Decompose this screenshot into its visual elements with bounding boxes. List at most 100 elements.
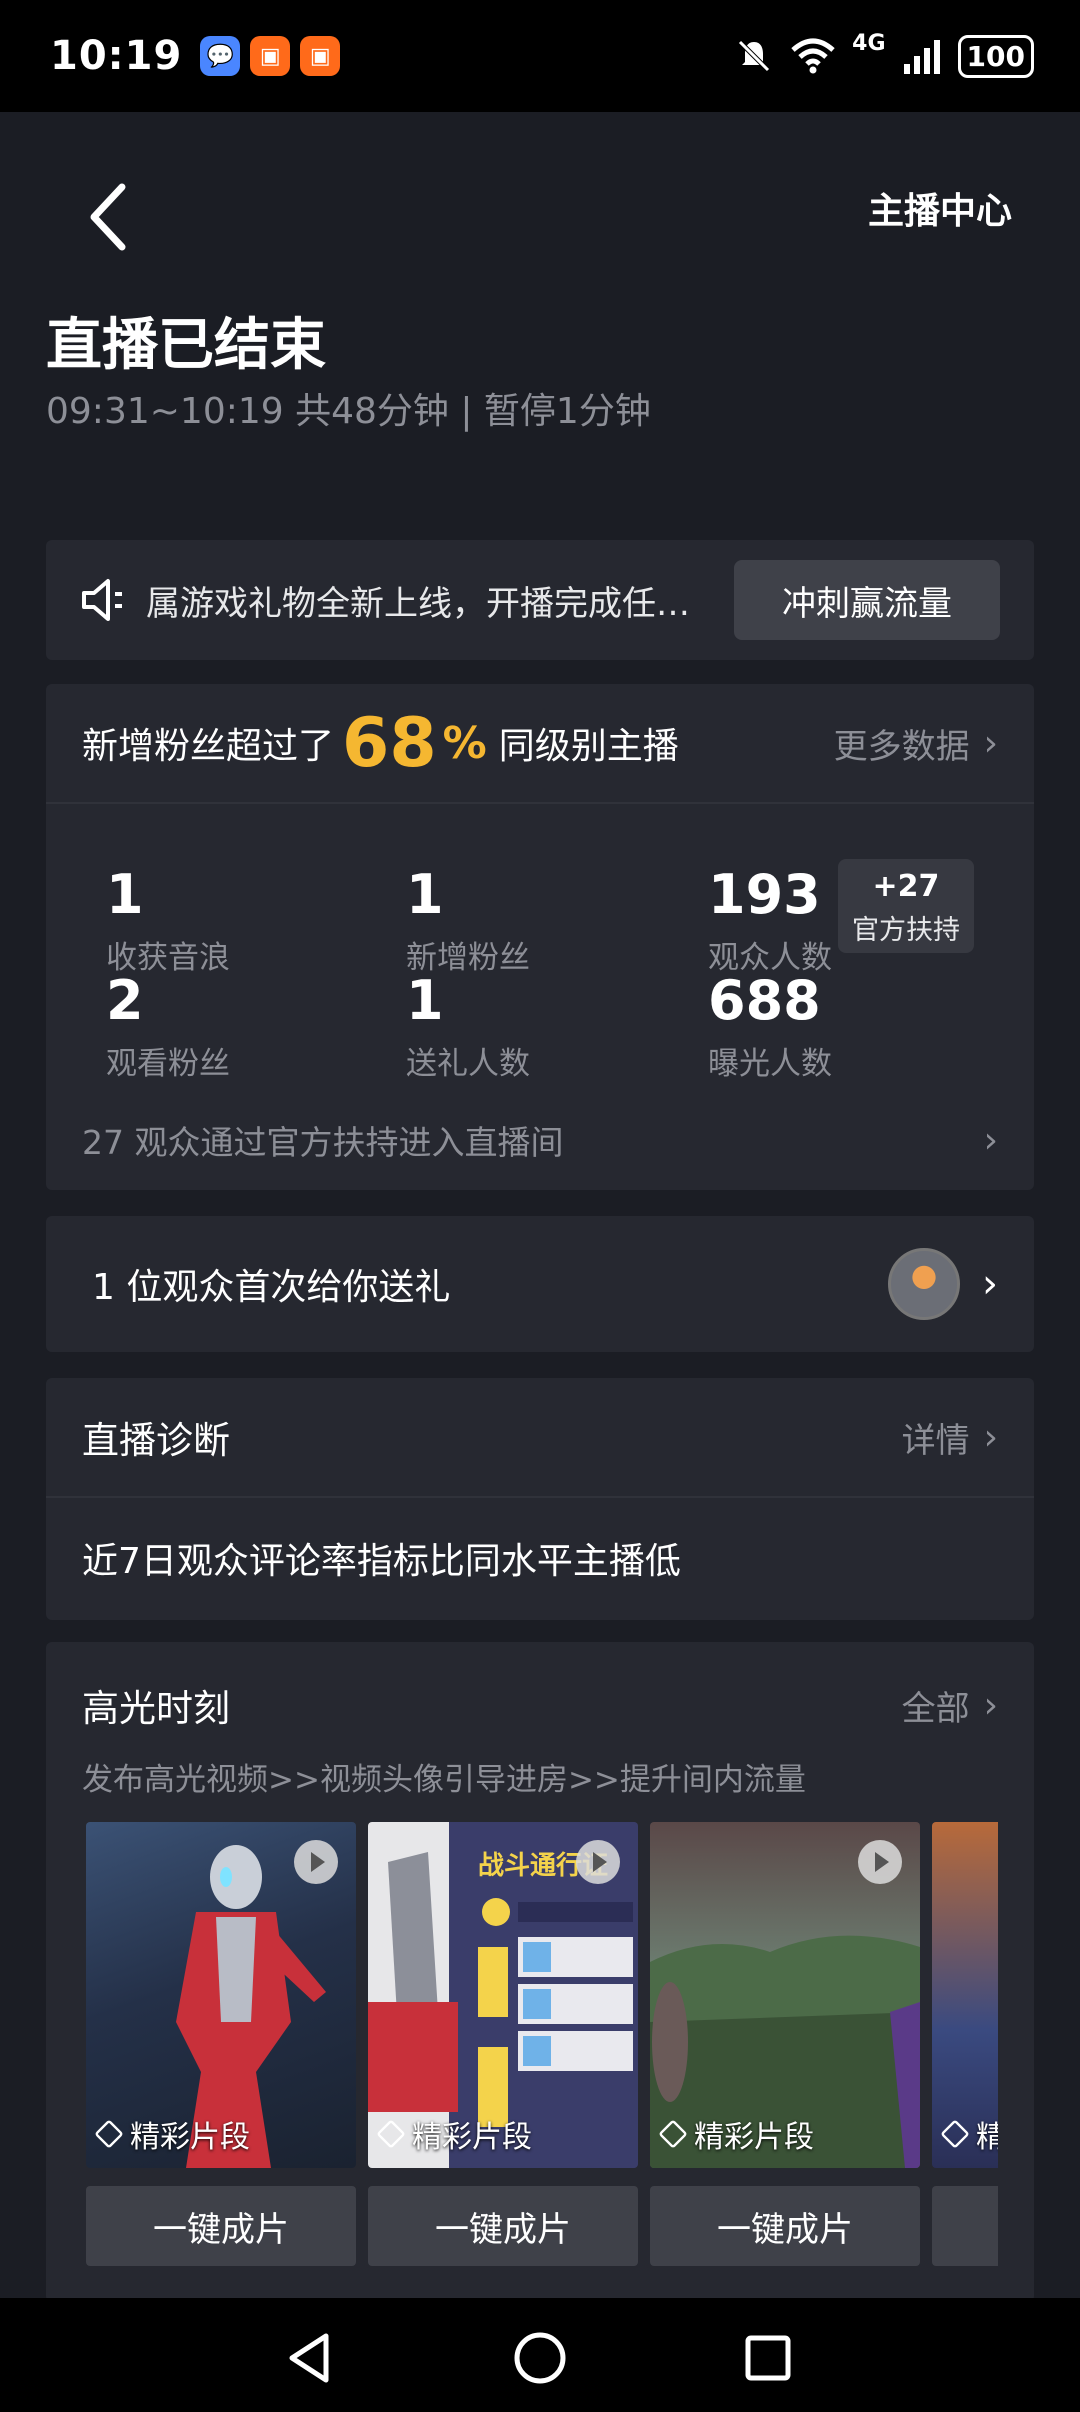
- stat-value: 2: [106, 969, 144, 1032]
- official-support-row[interactable]: 27 观众通过官方扶持进入直播间 ›: [82, 1116, 998, 1164]
- nav-home-icon[interactable]: [510, 2328, 570, 2388]
- chevron-right-icon: ›: [983, 1416, 998, 1458]
- fan-growth-percent: 68: [342, 703, 437, 783]
- diagnosis-detail-link[interactable]: 详情 ›: [902, 1413, 998, 1462]
- live-duration: 09:31~10:19 共48分钟 | 暂停1分钟: [46, 391, 651, 432]
- live-diagnosis-card: 直播诊断 详情 › 近7日观众评论率指标比同水平主播低: [46, 1378, 1034, 1620]
- highlights-title: 高光时刻: [82, 1687, 230, 1730]
- highlights-all-link[interactable]: 全部 ›: [902, 1681, 998, 1730]
- notification-icons: 💬 ▣ ▣: [200, 36, 341, 76]
- clip-thumbnail[interactable]: 精彩片段: [86, 1822, 356, 2168]
- stat-value: 1: [406, 863, 444, 926]
- nav-recents-icon[interactable]: [738, 2328, 798, 2388]
- notice-text: 属游戏礼物全新上线，开播完成任…: [146, 583, 690, 624]
- status-time: 10:19: [50, 33, 183, 79]
- layers-icon: [658, 2119, 688, 2149]
- clip-label: 精彩片段: [94, 2112, 250, 2156]
- clip-thumbnail[interactable]: 战斗通行证 精彩片段: [368, 1822, 638, 2168]
- stat-new-fans: 1 新增粉丝: [406, 868, 530, 977]
- stat-income: 1 收获音浪: [106, 868, 230, 977]
- network-type: 4G: [852, 30, 886, 56]
- sprint-traffic-button[interactable]: 冲刺赢流量: [734, 560, 1000, 640]
- mute-bell-icon: [738, 40, 770, 72]
- percent-sign: %: [442, 717, 487, 769]
- stat-watching-fans: 2 观看粉丝: [106, 974, 230, 1083]
- speaker-icon: [82, 579, 122, 621]
- clip-label-text: 精彩片段: [130, 2120, 250, 2155]
- official-support-text: 27 观众通过官方扶持进入直播间: [82, 1123, 564, 1162]
- chevron-right-icon: ›: [983, 1684, 998, 1726]
- stat-label: 送礼人数: [406, 1046, 530, 1082]
- stat-label: 曝光人数: [708, 1046, 832, 1082]
- highlights-header: 高光时刻 全部 ›: [46, 1642, 1034, 1732]
- highlight-clip[interactable]: 战斗通行证 精彩片段 一键成片: [368, 1822, 638, 2266]
- system-nav-bar: [0, 2298, 1080, 2412]
- stat-gifters: 1 送礼人数: [406, 974, 530, 1083]
- status-bar: 10:19 💬 ▣ ▣ 4G 100: [0, 0, 1080, 112]
- highlights-subtitle: 发布高光视频>>视频头像引导进房>>提升间内流量: [82, 1762, 806, 1798]
- diagnosis-title: 直播诊断: [82, 1419, 230, 1462]
- app-notification-icon: ▣: [250, 36, 291, 76]
- official-boost-badge: +27 官方扶持: [838, 859, 974, 953]
- stat-value: 193: [708, 863, 821, 926]
- status-right: 4G 100: [734, 31, 1034, 78]
- stats-header: 新增粉丝超过了 68 % 同级别主播 更多数据 ›: [46, 684, 1034, 804]
- stats-headline-prefix: 新增粉丝超过了: [82, 726, 335, 767]
- stats-card: 新增粉丝超过了 68 % 同级别主播 更多数据 › 1 收获音浪 1 新增粉丝 …: [46, 684, 1034, 1190]
- highlight-clip[interactable]: 精彩片段 一键成片: [86, 1822, 356, 2266]
- message-app-icon: 💬: [200, 36, 241, 76]
- highlight-clip[interactable]: 精彩片段 一键成片: [650, 1822, 920, 2266]
- notice-banner[interactable]: 属游戏礼物全新上线，开播完成任… 冲刺赢流量: [46, 540, 1034, 660]
- boost-label: 官方扶持: [852, 915, 960, 946]
- detail-label: 详情: [901, 1420, 970, 1461]
- nav-back-icon[interactable]: [280, 2328, 340, 2388]
- highlight-clips-list[interactable]: 精彩片段 一键成片 战斗通行证 精彩片段 一键成片 精彩片段 一键成片 精: [86, 1822, 998, 2292]
- stat-label: 观看粉丝: [106, 1046, 230, 1082]
- highlight-clip[interactable]: 精: [932, 1822, 998, 2266]
- battery-indicator: 100: [957, 34, 1034, 78]
- clip-label: 精: [940, 2112, 998, 2156]
- top-bar: 主播中心: [0, 112, 1080, 302]
- stat-exposure: 688 曝光人数: [708, 974, 832, 1083]
- chevron-right-icon: ›: [983, 1119, 998, 1161]
- first-gift-text: 1 位观众首次给你送礼: [92, 1267, 451, 1308]
- diagnosis-header[interactable]: 直播诊断 详情 ›: [46, 1378, 1034, 1498]
- clip-label-text: 精彩片段: [694, 2120, 814, 2155]
- chevron-right-icon: ›: [983, 722, 998, 764]
- all-label: 全部: [901, 1688, 970, 1729]
- stat-viewers: 193 观众人数: [708, 868, 832, 977]
- signal-icon: [903, 40, 940, 74]
- one-click-create-button[interactable]: 一键成片: [368, 2186, 638, 2266]
- wifi-icon: [791, 38, 835, 74]
- layers-icon: [94, 2119, 124, 2149]
- anchor-center-link[interactable]: 主播中心: [868, 182, 1012, 234]
- clip-label: 精彩片段: [376, 2112, 532, 2156]
- stats-headline-suffix: 同级别主播: [498, 726, 679, 767]
- chevron-right-icon: ›: [982, 1261, 998, 1307]
- stat-value: 1: [106, 863, 144, 926]
- first-gift-row[interactable]: 1 位观众首次给你送礼 ›: [46, 1216, 1034, 1352]
- clip-thumbnail[interactable]: 精: [932, 1822, 998, 2168]
- back-arrow-icon[interactable]: [80, 177, 140, 257]
- one-click-create-button[interactable]: 一键成片: [650, 2186, 920, 2266]
- more-data-link[interactable]: 更多数据 ›: [834, 719, 998, 768]
- boost-value: +27: [872, 869, 940, 904]
- layers-icon: [940, 2119, 970, 2149]
- page-title: 直播已结束: [46, 313, 326, 378]
- layers-icon: [376, 2119, 406, 2149]
- app-notification-icon-2: ▣: [300, 36, 341, 76]
- clip-label-text: 精: [976, 2120, 998, 2155]
- more-data-label: 更多数据: [833, 726, 970, 767]
- avatar: [888, 1248, 960, 1320]
- clip-thumbnail[interactable]: 精彩片段: [650, 1822, 920, 2168]
- play-icon[interactable]: [294, 1840, 338, 1884]
- play-icon[interactable]: [858, 1840, 902, 1884]
- one-click-create-button[interactable]: 一键成片: [86, 2186, 356, 2266]
- stat-value: 688: [708, 969, 821, 1032]
- clip-label: 精彩片段: [658, 2112, 814, 2156]
- clip-label-text: 精彩片段: [412, 2120, 532, 2155]
- one-click-create-button[interactable]: [932, 2186, 998, 2266]
- diagnosis-message: 近7日观众评论率指标比同水平主播低: [82, 1541, 681, 1582]
- play-icon[interactable]: [576, 1840, 620, 1884]
- stat-value: 1: [406, 969, 444, 1032]
